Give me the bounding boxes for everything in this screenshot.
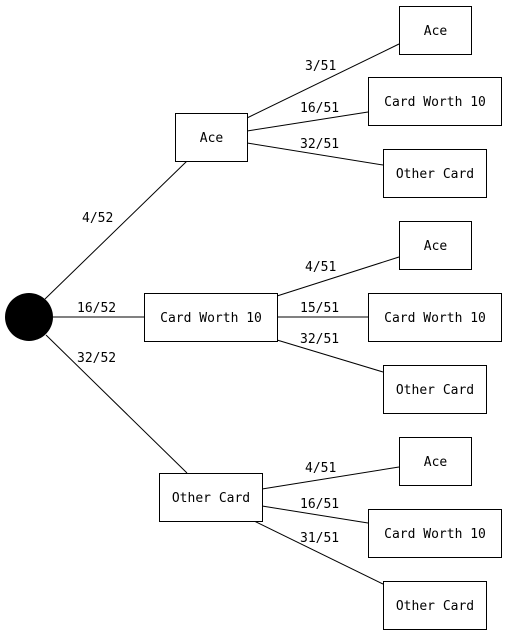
edge-label-ace-other-card: 32/51 bbox=[300, 137, 339, 152]
node-ace: Ace bbox=[175, 113, 248, 162]
leaf-ace-other-card: Other Card bbox=[383, 149, 487, 198]
edge-cw10-ace bbox=[276, 256, 400, 297]
edge-label-ace-ace: 3/51 bbox=[305, 59, 336, 74]
leaf-other-other-card: Other Card bbox=[383, 581, 487, 630]
edge-label-root-card-worth-10: 16/52 bbox=[77, 301, 116, 316]
edge-label-other-other-card: 31/51 bbox=[300, 531, 339, 546]
leaf-cw10-card-worth-10: Card Worth 10 bbox=[368, 293, 502, 342]
leaf-cw10-other-card: Other Card bbox=[383, 365, 487, 414]
root-node bbox=[5, 293, 53, 341]
node-label: Ace bbox=[424, 239, 448, 254]
leaf-other-card-worth-10: Card Worth 10 bbox=[368, 509, 502, 558]
node-label: Other Card bbox=[172, 491, 250, 506]
edge-label-cw10-ace: 4/51 bbox=[305, 260, 336, 275]
leaf-cw10-ace: Ace bbox=[399, 221, 472, 270]
edge-label-root-other-card: 32/52 bbox=[77, 351, 116, 366]
node-label: Ace bbox=[200, 131, 224, 146]
node-label: Ace bbox=[424, 455, 448, 470]
edge-label-other-card-worth-10: 16/51 bbox=[300, 497, 339, 512]
node-label: Ace bbox=[424, 24, 448, 39]
node-label: Other Card bbox=[396, 167, 474, 182]
edge-label-cw10-card-worth-10: 15/51 bbox=[300, 301, 339, 316]
node-label: Card Worth 10 bbox=[384, 311, 486, 326]
edge-root-ace bbox=[44, 160, 188, 300]
node-label: Other Card bbox=[396, 599, 474, 614]
node-label: Card Worth 10 bbox=[384, 95, 486, 110]
edge-label-root-ace: 4/52 bbox=[82, 211, 113, 226]
node-label: Other Card bbox=[396, 383, 474, 398]
node-card-worth-10: Card Worth 10 bbox=[144, 293, 278, 342]
leaf-ace-ace: Ace bbox=[399, 6, 472, 55]
node-label: Card Worth 10 bbox=[160, 311, 262, 326]
node-other-card: Other Card bbox=[159, 473, 263, 522]
edge-label-other-ace: 4/51 bbox=[305, 461, 336, 476]
leaf-other-ace: Ace bbox=[399, 437, 472, 486]
edge-label-cw10-other-card: 32/51 bbox=[300, 332, 339, 347]
node-label: Card Worth 10 bbox=[384, 527, 486, 542]
leaf-ace-card-worth-10: Card Worth 10 bbox=[368, 77, 502, 126]
edge-label-ace-card-worth-10: 16/51 bbox=[300, 101, 339, 116]
edge-root-other-card bbox=[45, 334, 188, 474]
probability-tree: 4/52 16/52 32/52 3/51 16/51 32/51 4/51 1… bbox=[5, 6, 502, 630]
